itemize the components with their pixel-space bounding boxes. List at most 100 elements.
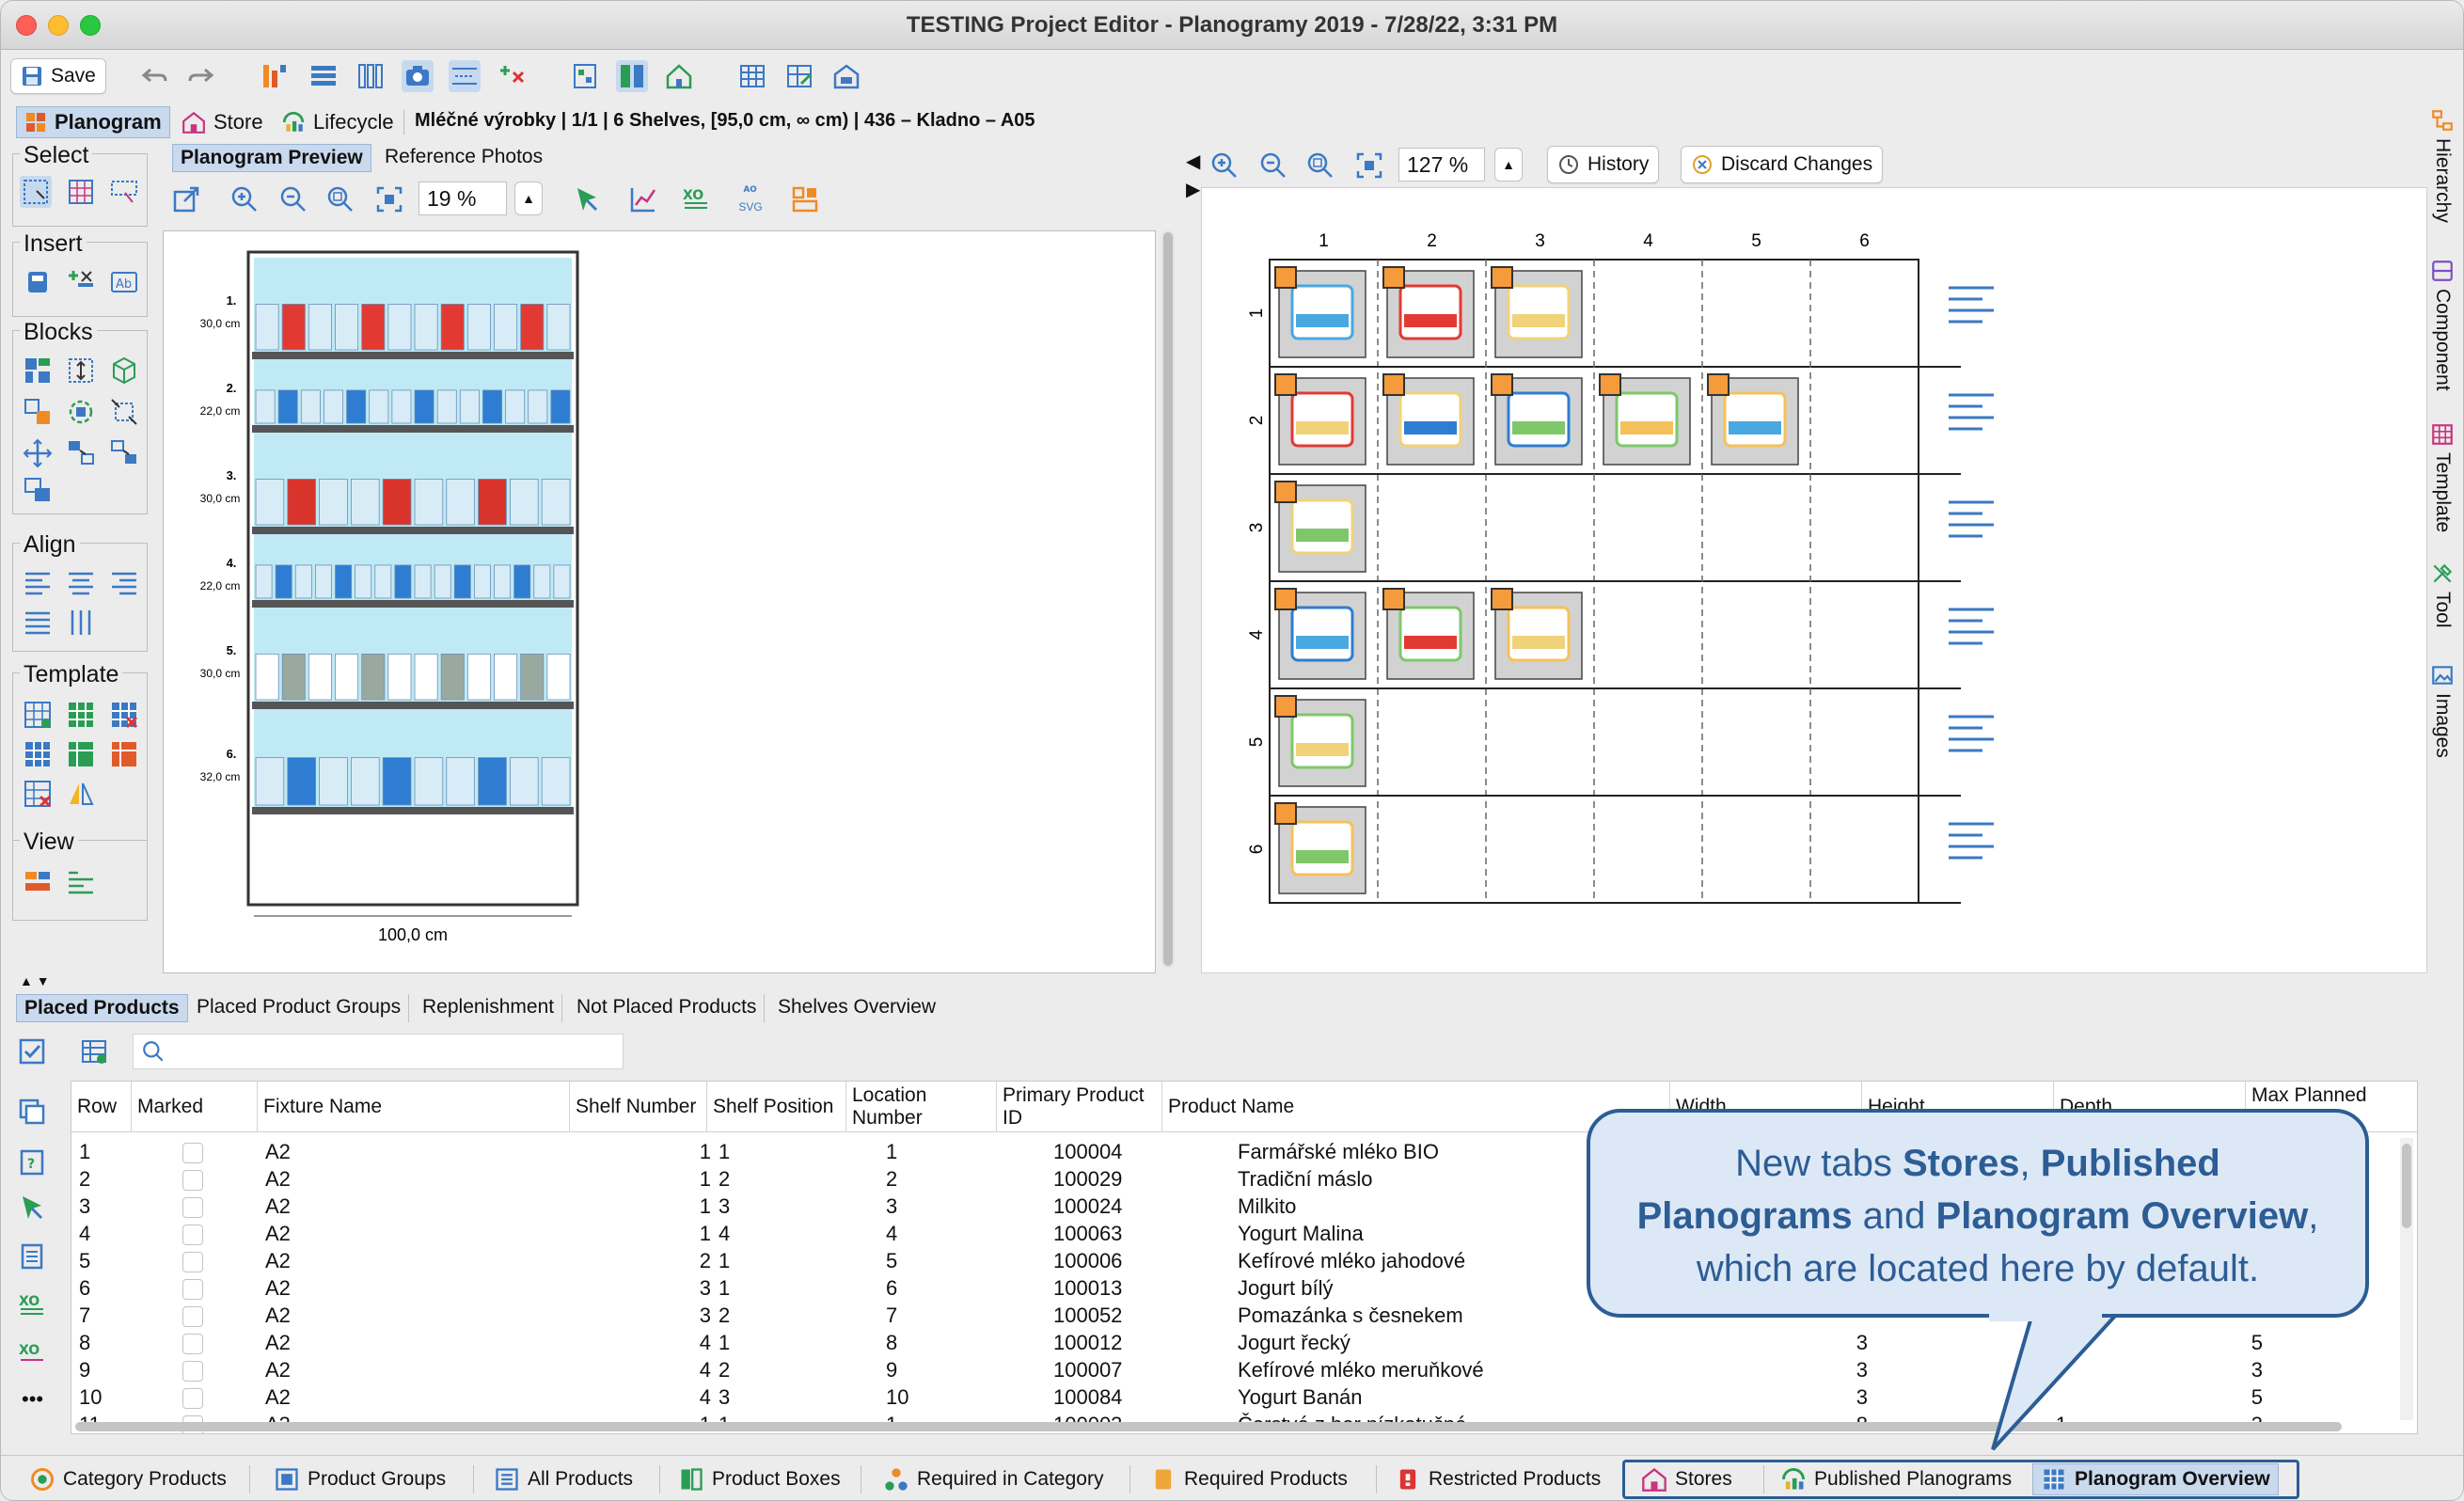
splitter-arrows-icon[interactable]: ▲ ▼ <box>20 973 50 988</box>
blocks-3d-icon[interactable] <box>108 355 140 387</box>
collapse-right-icon[interactable]: ▶ <box>1186 178 1200 201</box>
table-vscroll-thumb[interactable] <box>2402 1144 2411 1228</box>
save-button[interactable]: Save <box>10 58 106 94</box>
discard-changes-button[interactable]: Discard Changes <box>1681 146 1884 183</box>
cell-marked-checkbox[interactable] <box>182 1361 203 1382</box>
tab-planogram[interactable]: Planogram <box>16 106 170 138</box>
svg-export-icon[interactable]: AO SVG <box>734 182 766 213</box>
template-add-icon[interactable] <box>65 738 97 770</box>
zoom-extents-icon[interactable] <box>373 183 405 215</box>
blocks-copy-icon[interactable] <box>22 475 54 507</box>
copy-icon[interactable] <box>16 1096 48 1128</box>
align-vertical-icon[interactable] <box>65 607 97 639</box>
home-store-icon[interactable] <box>663 60 695 92</box>
dock-tab-required-products[interactable]: Required Products <box>1143 1463 1355 1495</box>
document-list-icon[interactable] <box>16 1240 48 1272</box>
zoom-fit-icon[interactable] <box>324 183 356 215</box>
blocks-split-icon[interactable] <box>65 437 97 469</box>
camera-icon[interactable] <box>402 60 434 92</box>
insert-text-icon[interactable]: Ab <box>108 266 140 298</box>
template-edit-icon[interactable] <box>22 738 54 770</box>
cell-marked-checkbox[interactable] <box>182 1170 203 1191</box>
tab-lifecycle[interactable]: Lifecycle <box>274 106 402 138</box>
ov-zoom-fit-icon[interactable] <box>1304 150 1336 182</box>
overview-zoom-field[interactable]: 127 % <box>1398 148 1485 182</box>
zoom-out-icon[interactable] <box>277 183 309 215</box>
table-settings-icon[interactable] <box>78 1035 110 1067</box>
dock-tab-published-planograms[interactable]: Published Planograms <box>1773 1463 2019 1495</box>
building-icon[interactable] <box>830 60 862 92</box>
template-mark-icon[interactable] <box>22 778 54 810</box>
col-header-row[interactable]: Row <box>71 1082 132 1132</box>
pointer-icon[interactable] <box>571 183 603 215</box>
dock-tab-required-in-category[interactable]: Required in Category <box>876 1463 1111 1495</box>
dock-images[interactable]: Images <box>2425 663 2459 758</box>
view-list-icon[interactable] <box>65 866 97 898</box>
align-right-icon[interactable] <box>108 567 140 599</box>
vertical-shelves-icon[interactable] <box>355 60 387 92</box>
collapse-left-icon[interactable]: ◀ <box>1186 150 1200 173</box>
preview-zoom-field[interactable]: 19 % <box>419 182 507 215</box>
cell-marked-checkbox[interactable] <box>182 1224 203 1245</box>
blocks-arrange-icon[interactable] <box>22 355 54 387</box>
tab-replenishment[interactable]: Replenishment <box>415 994 563 1022</box>
cell-marked-checkbox[interactable] <box>182 1279 203 1300</box>
search-input[interactable] <box>133 1034 624 1069</box>
preview-scrollbar-thumb[interactable] <box>1163 232 1173 966</box>
tab-placed-products[interactable]: Placed Products <box>16 994 188 1022</box>
undo-icon[interactable] <box>138 60 170 92</box>
col-header-shelf-number[interactable]: Shelf Number <box>570 1082 707 1132</box>
col-header-shelf-position[interactable]: Shelf Position <box>707 1082 846 1132</box>
horizontal-shelves-icon[interactable] <box>308 60 340 92</box>
blocks-expand-icon[interactable] <box>108 396 140 428</box>
chart-edit-icon[interactable] <box>627 183 659 215</box>
template-tree-icon[interactable] <box>22 699 54 731</box>
insert-shelf-icon[interactable] <box>65 266 97 298</box>
dock-tab-product-groups[interactable]: Product Groups <box>266 1463 453 1495</box>
template-remove-icon[interactable] <box>108 699 140 731</box>
ov-zoom-out-icon[interactable] <box>1257 150 1289 182</box>
dock-tab-planogram-overview[interactable]: Planogram Overview <box>2032 1463 2279 1495</box>
history-button[interactable]: History <box>1547 146 1660 183</box>
overview-zoom-stepper[interactable]: ▲ <box>1494 148 1523 182</box>
more-icon[interactable]: ••• <box>22 1387 43 1412</box>
table-view-icon[interactable] <box>736 60 768 92</box>
planogram-preview-canvas[interactable]: 1. 30,0 cm 2. 22,0 cm 3. 30,0 cm 4. 22,0 cm 5. 30… <box>163 230 1156 973</box>
fixture-icon[interactable] <box>569 60 601 92</box>
dock-template[interactable]: Template <box>2425 422 2459 532</box>
locate-icon[interactable] <box>16 1192 48 1224</box>
blocks-merge-icon[interactable] <box>108 437 140 469</box>
tab-reference-photos[interactable]: Reference Photos <box>377 144 550 172</box>
align-center-icon[interactable] <box>65 567 97 599</box>
compare-icon[interactable] <box>616 60 648 92</box>
blocks-rotate-icon[interactable] <box>65 396 97 428</box>
template-delete-icon[interactable] <box>108 738 140 770</box>
help-doc-icon[interactable]: ? <box>16 1146 48 1178</box>
preview-zoom-stepper[interactable]: ▲ <box>514 182 543 215</box>
dimensions-icon[interactable] <box>449 60 481 92</box>
grid-edit-icon[interactable] <box>783 60 815 92</box>
zoom-in-icon[interactable] <box>229 183 261 215</box>
add-remove-icon[interactable] <box>496 60 528 92</box>
export-icon[interactable] <box>170 183 202 215</box>
cell-marked-checkbox[interactable] <box>182 1388 203 1409</box>
blocks-group-icon[interactable] <box>22 396 54 428</box>
ov-zoom-extents-icon[interactable] <box>1353 150 1385 182</box>
tab-not-placed-products[interactable]: Not Placed Products <box>569 994 766 1022</box>
col-header-product-id[interactable]: Primary Product ID <box>997 1082 1162 1132</box>
cell-marked-checkbox[interactable] <box>182 1334 203 1354</box>
planogram-overview-canvas[interactable]: 1 2 3 4 5 6 1 2 3 4 5 6 <box>1201 187 2427 973</box>
tab-store[interactable]: Store <box>174 106 271 138</box>
col-header-marked[interactable]: Marked <box>132 1082 258 1132</box>
ov-zoom-in-icon[interactable] <box>1208 150 1240 182</box>
table-vscroll[interactable] <box>2400 1138 2413 1420</box>
view-layout-icon[interactable] <box>22 866 54 898</box>
dock-tab-category-products[interactable]: Category Products <box>22 1463 234 1495</box>
dock-tab-all-products[interactable]: All Products <box>486 1463 640 1495</box>
template-mirror-icon[interactable] <box>65 778 97 810</box>
excel-alt-icon[interactable]: XO <box>16 1338 48 1370</box>
col-header-location[interactable]: Location Number <box>846 1082 997 1132</box>
align-justify-icon[interactable] <box>22 607 54 639</box>
select-rect-icon[interactable] <box>20 176 52 208</box>
dock-tool[interactable]: Tool <box>2425 561 2459 628</box>
